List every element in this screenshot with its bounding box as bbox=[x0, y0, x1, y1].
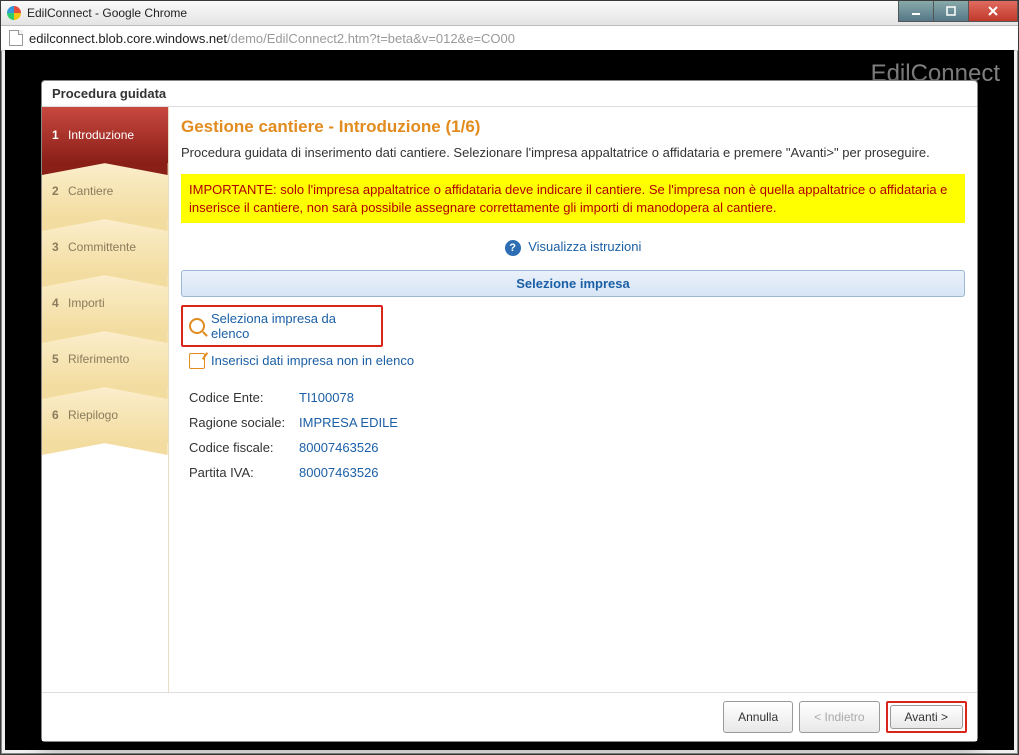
insert-manual-link[interactable]: Inserisci dati impresa non in elenco bbox=[181, 349, 965, 373]
magnifier-icon bbox=[189, 318, 205, 334]
intro-text: Procedura guidata di inserimento dati ca… bbox=[181, 145, 965, 160]
field-codice-ente: Codice Ente: TI100078 bbox=[189, 385, 965, 410]
step-label: Committente bbox=[68, 240, 136, 254]
field-ragione-sociale: Ragione sociale: IMPRESA EDILE bbox=[189, 410, 965, 435]
cancel-button[interactable]: Annulla bbox=[723, 701, 793, 733]
step-label: Riferimento bbox=[68, 352, 129, 366]
important-alert: IMPORTANTE: solo l'impresa appaltatrice … bbox=[181, 174, 965, 223]
maximize-button[interactable] bbox=[933, 1, 969, 22]
modal-footer: Annulla < Indietro Avanti > bbox=[42, 692, 977, 741]
page-heading: Gestione cantiere - Introduzione (1/6) bbox=[181, 117, 965, 137]
select-from-list-link[interactable]: Seleziona impresa da elenco bbox=[181, 305, 383, 347]
titlebar: EdilConnect - Google Chrome bbox=[1, 1, 1018, 26]
instructions-link[interactable]: ? Visualizza istruzioni bbox=[505, 239, 642, 254]
browser-window: EdilConnect - Google Chrome edilconnect.… bbox=[0, 0, 1019, 755]
step-label: Importi bbox=[68, 296, 105, 310]
step-label: Introduzione bbox=[68, 128, 134, 142]
step-label: Riepilogo bbox=[68, 408, 118, 422]
selection-panel-header: Selezione impresa bbox=[181, 270, 965, 297]
step-riferimento[interactable]: 5 Riferimento bbox=[42, 331, 168, 387]
step-introduzione[interactable]: 1 Introduzione bbox=[42, 107, 168, 163]
wizard-sidebar: 1 Introduzione 2 Cantiere 3 Committente … bbox=[42, 107, 169, 692]
page-background: EdilConnect Procedura guidata 1 Introduz… bbox=[5, 50, 1014, 750]
step-cantiere[interactable]: 2 Cantiere bbox=[42, 163, 168, 219]
page-icon bbox=[9, 30, 23, 46]
minimize-button[interactable] bbox=[898, 1, 934, 22]
url-text: edilconnect.blob.core.windows.net/demo/E… bbox=[29, 31, 515, 46]
window-title: EdilConnect - Google Chrome bbox=[27, 6, 187, 20]
back-button[interactable]: < Indietro bbox=[799, 701, 879, 733]
step-riepilogo[interactable]: 6 Riepilogo bbox=[42, 387, 168, 443]
wizard-modal: Procedura guidata 1 Introduzione 2 Canti… bbox=[41, 80, 978, 742]
step-label: Cantiere bbox=[68, 184, 113, 198]
company-fields: Codice Ente: TI100078 Ragione sociale: I… bbox=[181, 385, 965, 485]
chrome-icon bbox=[7, 6, 21, 20]
next-button-highlight: Avanti > bbox=[886, 701, 967, 733]
field-codice-fiscale: Codice fiscale: 80007463526 bbox=[189, 435, 965, 460]
help-icon: ? bbox=[505, 240, 521, 256]
edit-icon bbox=[189, 353, 205, 369]
close-button[interactable] bbox=[968, 1, 1018, 22]
next-button[interactable]: Avanti > bbox=[890, 705, 963, 729]
field-partita-iva: Partita IVA: 80007463526 bbox=[189, 460, 965, 485]
wizard-content: Gestione cantiere - Introduzione (1/6) P… bbox=[169, 107, 977, 692]
step-importi[interactable]: 4 Importi bbox=[42, 275, 168, 331]
step-committente[interactable]: 3 Committente bbox=[42, 219, 168, 275]
address-bar[interactable]: edilconnect.blob.core.windows.net/demo/E… bbox=[1, 26, 1018, 51]
modal-title: Procedura guidata bbox=[42, 81, 977, 107]
